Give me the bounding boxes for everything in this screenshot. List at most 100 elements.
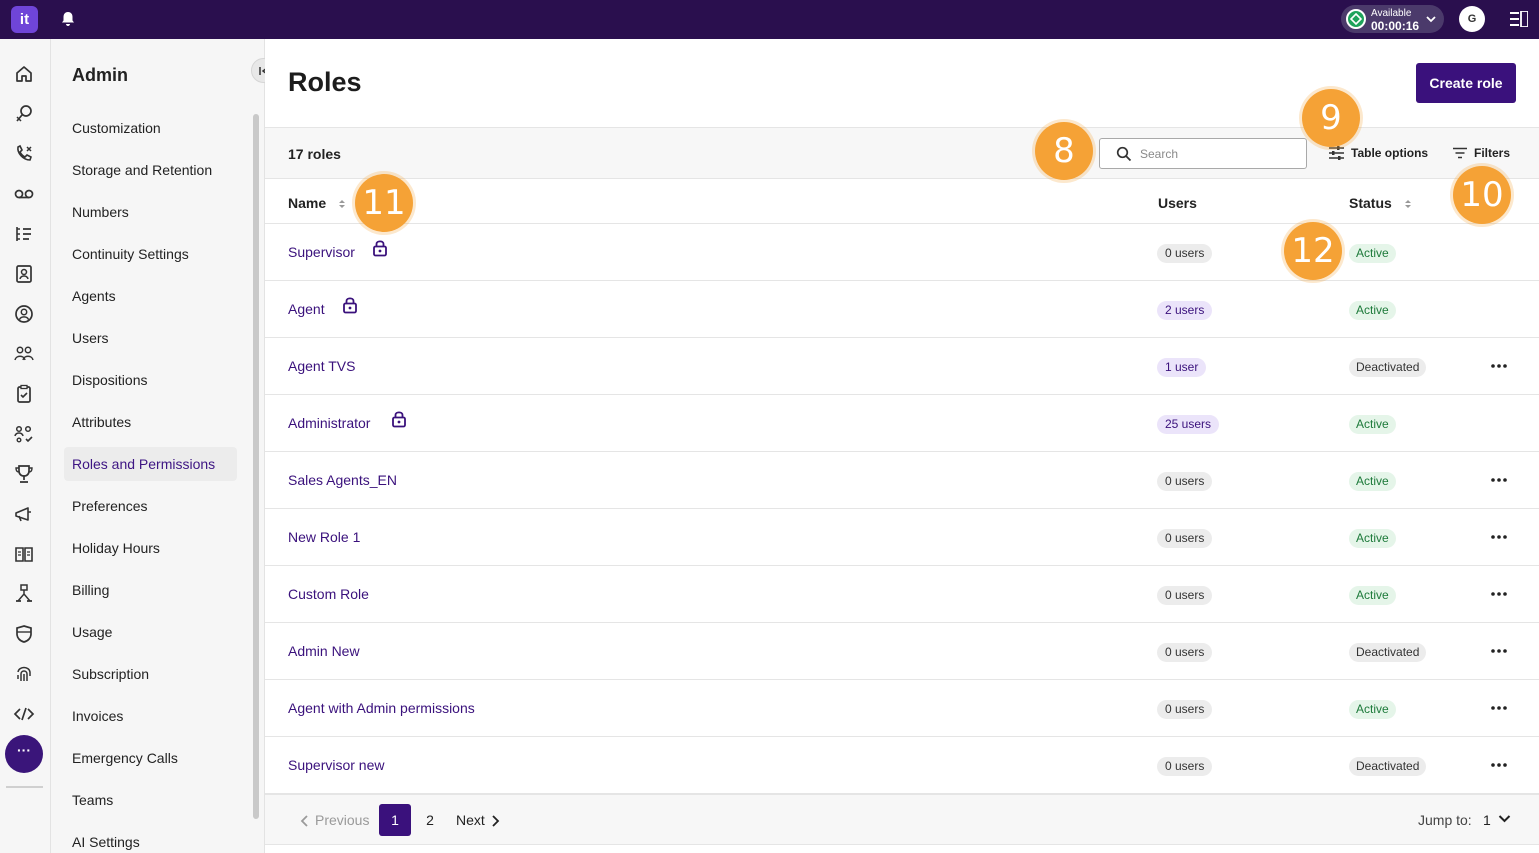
table-row[interactable]: Sales Agents_EN 0 users Active — [265, 452, 1539, 509]
page-2-button[interactable]: 2 — [414, 804, 446, 836]
availability-status-button[interactable]: Available 00:00:16 — [1341, 5, 1444, 33]
callout-badge: 12 — [1284, 222, 1342, 280]
role-name-link[interactable]: Supervisor — [288, 244, 355, 260]
role-name-link[interactable]: Agent with Admin permissions — [288, 700, 475, 716]
app-logo[interactable]: it — [11, 6, 38, 33]
search-icon — [1116, 146, 1132, 162]
fingerprint-icon[interactable] — [13, 663, 35, 685]
more-options-icon[interactable] — [1489, 586, 1509, 602]
status-label: Available — [1371, 8, 1412, 19]
table-row[interactable]: Administrator 25 users Active — [265, 395, 1539, 452]
trophy-icon[interactable] — [13, 463, 35, 485]
users-count-badge: 0 users — [1157, 244, 1213, 263]
sidebar-item-users[interactable]: Users — [64, 321, 237, 355]
role-name-link[interactable]: New Role 1 — [288, 529, 360, 545]
page-1-button[interactable]: 1 — [379, 804, 411, 836]
more-options-icon[interactable] — [1489, 529, 1509, 545]
status-column-label: Status — [1349, 195, 1392, 211]
flow-icon[interactable] — [13, 583, 35, 605]
status-column-header[interactable]: Status — [1349, 195, 1412, 211]
role-name-link[interactable]: Agent TVS — [288, 358, 355, 374]
role-name-link[interactable]: Administrator — [288, 415, 370, 431]
more-options-icon[interactable] — [1489, 757, 1509, 773]
role-name-link[interactable]: Supervisor new — [288, 757, 385, 773]
status-timer: 00:00:16 — [1371, 19, 1420, 33]
jump-to-select[interactable]: 1 — [1483, 812, 1491, 828]
more-options-icon[interactable] — [1489, 700, 1509, 716]
side-panel-icon[interactable] — [1510, 11, 1528, 27]
home-icon[interactable] — [13, 63, 35, 85]
sidebar-item-usage[interactable]: Usage — [64, 615, 237, 649]
table-row[interactable]: New Role 1 0 users Active — [265, 509, 1539, 566]
code-icon[interactable] — [13, 703, 35, 725]
jump-to-label: Jump to: — [1418, 812, 1472, 828]
more-options-icon[interactable] — [1489, 643, 1509, 659]
contacts-icon[interactable] — [13, 263, 35, 285]
chevron-right-icon — [492, 815, 500, 827]
table-options-label: Table options — [1351, 146, 1429, 160]
user-avatar[interactable]: G — [1459, 6, 1485, 32]
voicemail-icon[interactable] — [13, 183, 35, 205]
sidebar-item-subscription[interactable]: Subscription — [64, 657, 237, 691]
call-icon[interactable] — [13, 143, 35, 165]
role-name-link[interactable]: Custom Role — [288, 586, 369, 602]
search-field[interactable] — [1099, 138, 1307, 169]
role-name-link[interactable]: Agent — [288, 301, 325, 317]
book-icon[interactable] — [13, 543, 35, 565]
rail-divider — [6, 786, 43, 788]
org-icon[interactable] — [13, 423, 35, 445]
voice-icon[interactable] — [13, 103, 35, 125]
chevron-left-icon — [300, 815, 308, 827]
sidebar-item-agents[interactable]: Agents — [64, 279, 237, 313]
sidebar-item-roles-and-permissions[interactable]: Roles and Permissions — [64, 447, 237, 481]
users-count-badge: 1 user — [1157, 358, 1207, 377]
sidebar-item-dispositions[interactable]: Dispositions — [64, 363, 237, 397]
campaign-icon[interactable] — [13, 503, 35, 525]
shield-icon[interactable] — [13, 623, 35, 645]
callout-badge: 8 — [1035, 122, 1093, 180]
user-circle-icon[interactable] — [13, 303, 35, 325]
sort-icon — [339, 200, 346, 209]
more-apps-button[interactable]: ··· — [5, 735, 43, 773]
table-row[interactable]: Custom Role 0 users Active — [265, 566, 1539, 623]
sidebar-item-invoices[interactable]: Invoices — [64, 699, 237, 733]
search-input[interactable] — [1140, 144, 1300, 164]
list-icon[interactable] — [13, 223, 35, 245]
table-row[interactable]: Agent TVS 1 user Deactivated — [265, 338, 1539, 395]
admin-sidebar: Admin Customization Storage and Retentio… — [51, 39, 265, 853]
sidebar-item-emergency-calls[interactable]: Emergency Calls — [64, 741, 237, 775]
filters-label: Filters — [1474, 146, 1511, 160]
role-name-link[interactable]: Admin New — [288, 643, 360, 659]
sort-icon — [1404, 200, 1411, 209]
users-count-badge: 0 users — [1157, 586, 1213, 605]
sidebar-item-holiday-hours[interactable]: Holiday Hours — [64, 531, 237, 565]
table-row[interactable]: Agent 2 users Active — [265, 281, 1539, 338]
table-row[interactable]: Admin New 0 users Deactivated — [265, 623, 1539, 680]
sidebar-item-teams[interactable]: Teams — [64, 783, 237, 817]
sidebar-item-billing[interactable]: Billing — [64, 573, 237, 607]
create-role-button[interactable]: Create role — [1416, 63, 1516, 103]
clipboard-icon[interactable] — [13, 383, 35, 405]
sidebar-scrollbar[interactable] — [253, 114, 259, 819]
team-icon[interactable] — [13, 343, 35, 365]
more-options-icon[interactable] — [1489, 358, 1509, 374]
users-count-badge: 25 users — [1157, 415, 1220, 434]
sidebar-item-ai-settings[interactable]: AI Settings — [64, 825, 237, 853]
sidebar-item-storage-and-retention[interactable]: Storage and Retention — [64, 153, 237, 187]
pagination: Previous 1 2 Next Jump to: 1 — [265, 794, 1539, 845]
name-column-header[interactable]: Name — [288, 195, 346, 211]
callout-badge: 11 — [355, 174, 413, 232]
chevron-down-icon[interactable] — [1498, 814, 1511, 824]
table-row[interactable]: Agent with Admin permissions 0 users Activ… — [265, 680, 1539, 737]
sidebar-item-numbers[interactable]: Numbers — [64, 195, 237, 229]
bell-icon[interactable] — [59, 10, 77, 28]
sidebar-item-attributes[interactable]: Attributes — [64, 405, 237, 439]
sidebar-item-preferences[interactable]: Preferences — [64, 489, 237, 523]
role-name-link[interactable]: Sales Agents_EN — [288, 472, 397, 488]
table-row[interactable]: Supervisor 0 users Active — [265, 224, 1539, 281]
sidebar-item-continuity-settings[interactable]: Continuity Settings — [64, 237, 237, 271]
table-row[interactable]: Supervisor new 0 users Deactivated — [265, 737, 1539, 794]
lock-icon — [342, 296, 358, 314]
sidebar-item-customization[interactable]: Customization — [64, 111, 237, 145]
more-options-icon[interactable] — [1489, 472, 1509, 488]
